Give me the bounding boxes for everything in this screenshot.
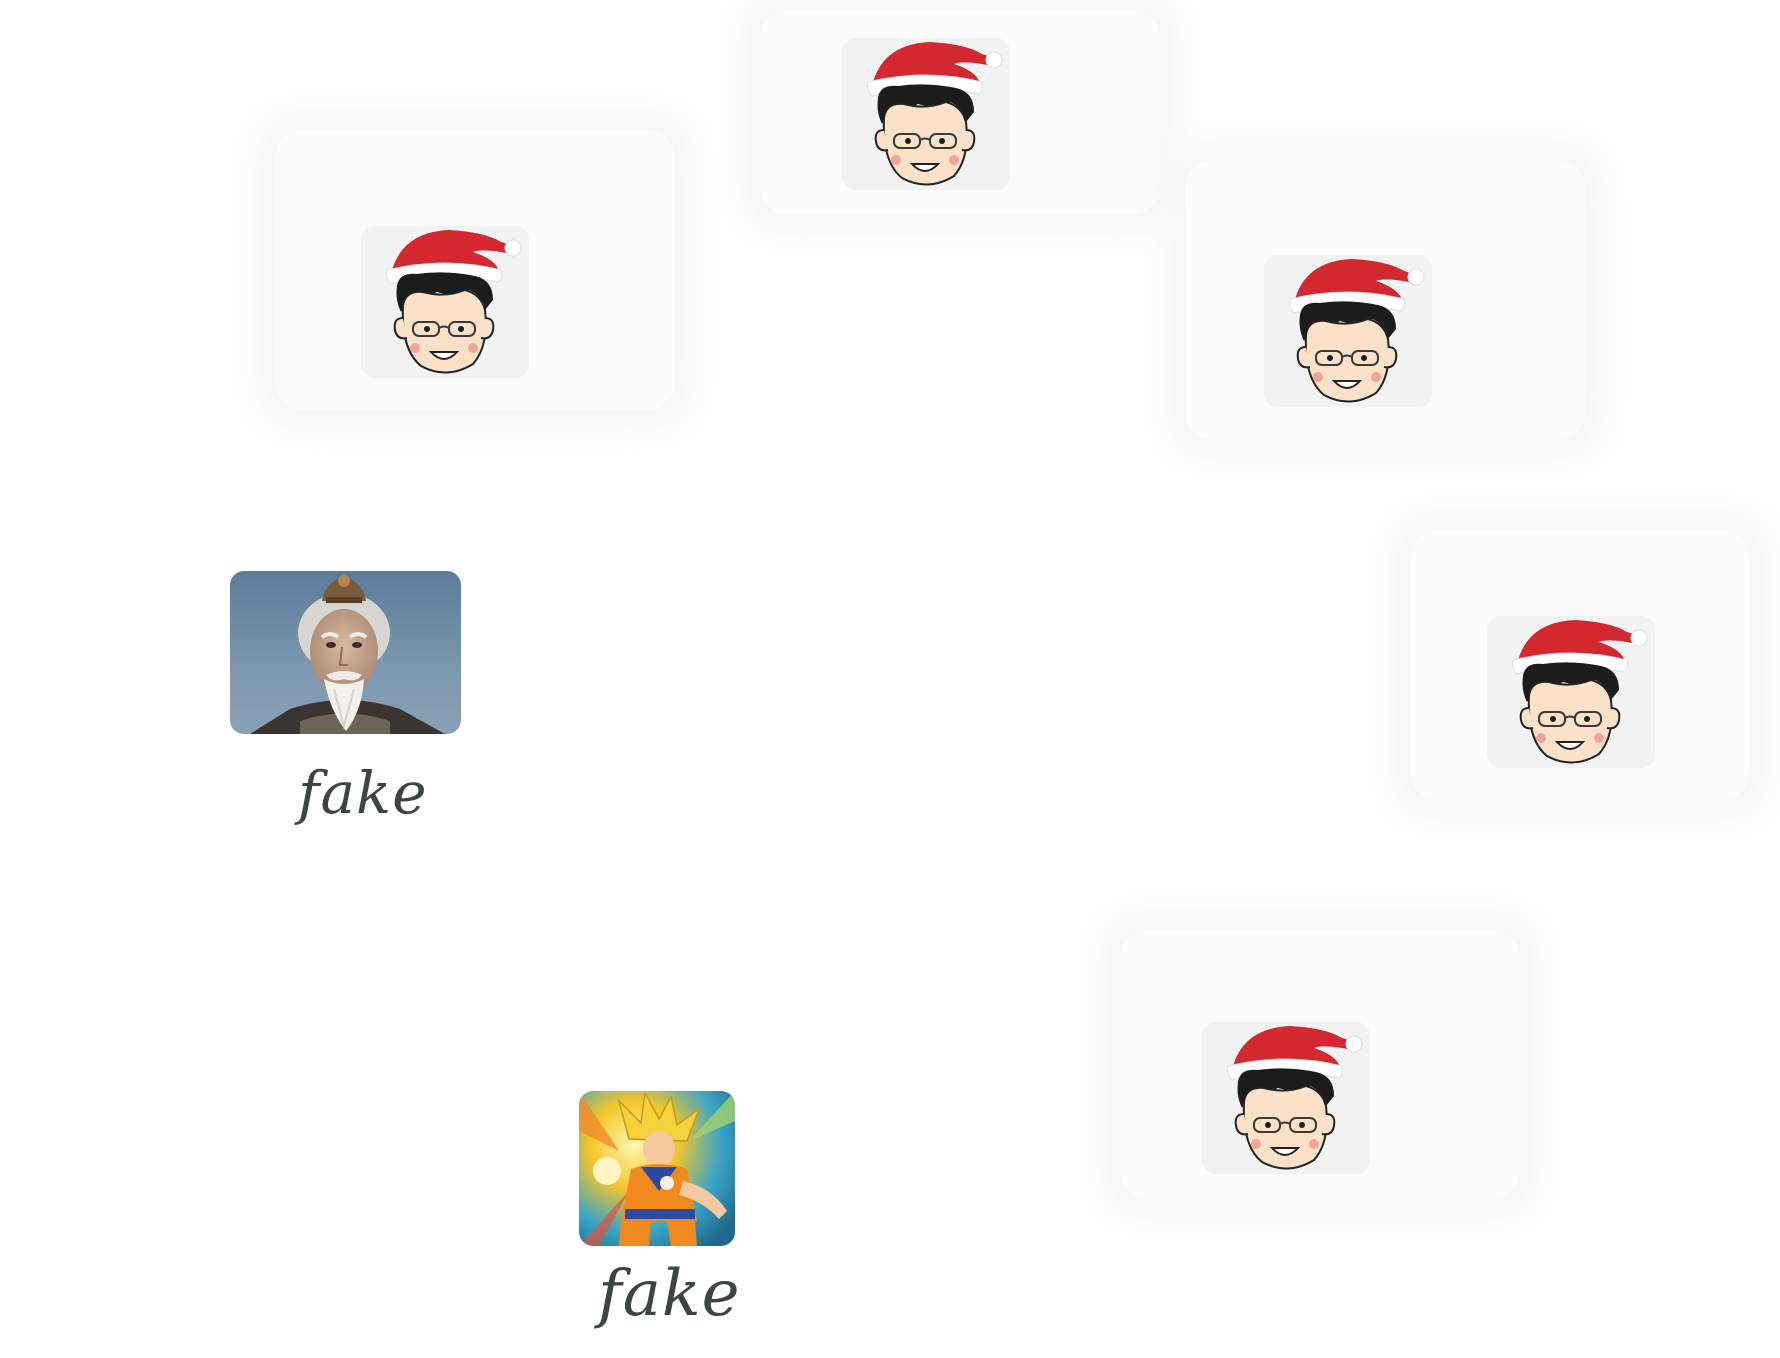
santa-hat-cartoon-avatar-icon: [842, 38, 1010, 190]
anime-warrior-photo-icon: [579, 1091, 735, 1246]
canvas: fake fake: [0, 0, 1780, 1358]
old-man-photo[interactable]: [230, 571, 461, 734]
caption-anime-warrior: fake: [598, 1257, 741, 1331]
santa-avatar-4[interactable]: [1487, 616, 1655, 768]
santa-hat-cartoon-avatar-icon: [1487, 616, 1655, 768]
santa-avatar-2[interactable]: [361, 226, 529, 378]
santa-hat-cartoon-avatar-icon: [1202, 1022, 1370, 1174]
anime-warrior-photo[interactable]: [579, 1091, 735, 1246]
santa-hat-cartoon-avatar-icon: [1264, 255, 1432, 407]
caption-old-man: fake: [298, 759, 428, 827]
santa-avatar-3[interactable]: [1264, 255, 1432, 407]
santa-hat-cartoon-avatar-icon: [361, 226, 529, 378]
santa-avatar-5[interactable]: [1202, 1022, 1370, 1174]
santa-avatar-1[interactable]: [842, 38, 1010, 190]
old-man-photo-icon: [230, 571, 461, 734]
